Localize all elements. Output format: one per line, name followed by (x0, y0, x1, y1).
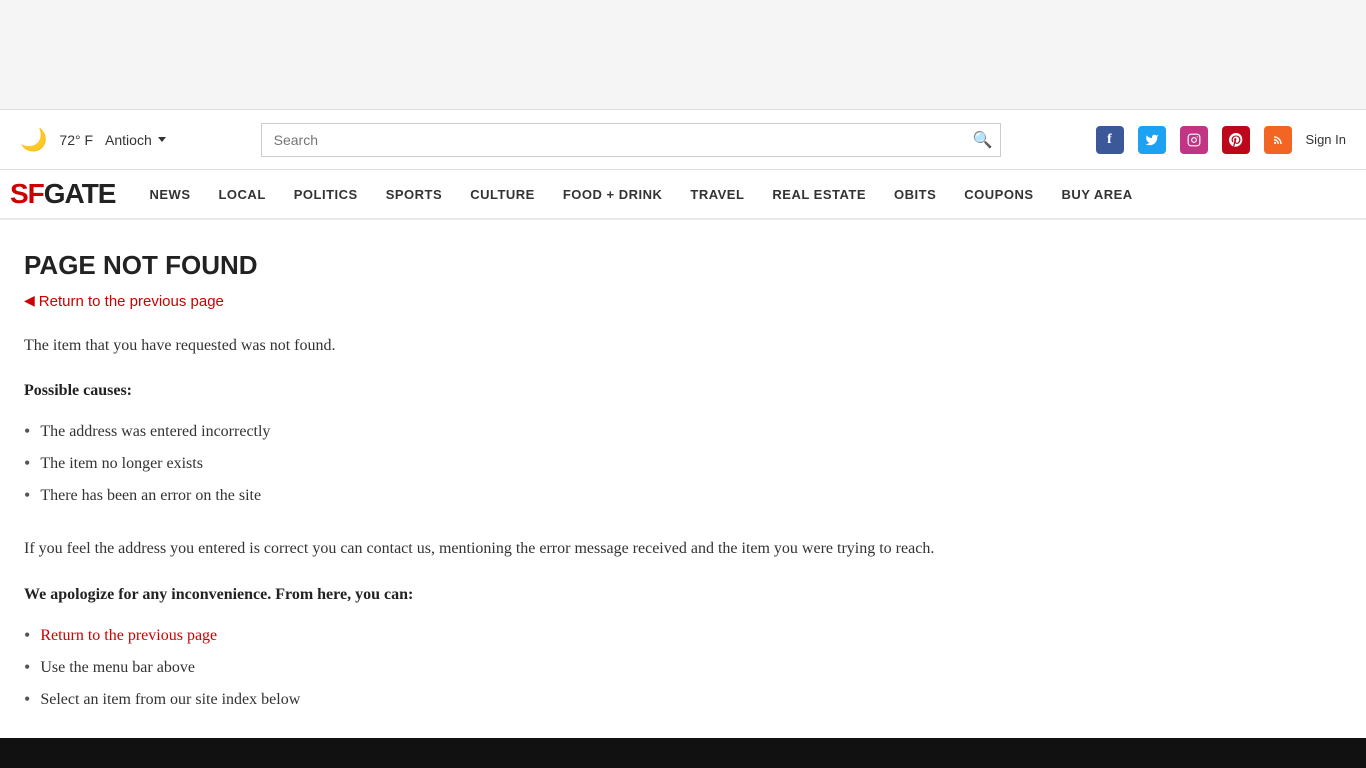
return-to-previous-link-bottom[interactable]: Return to the previous page (40, 624, 217, 648)
return-link-top: ◀ Return to the previous page (24, 293, 936, 310)
weather-temp: 72° F (59, 132, 93, 148)
search-input[interactable] (261, 123, 1001, 157)
ad-banner (0, 0, 1366, 110)
weather-icon: 🌙 (20, 127, 47, 153)
search-bar: 🔍 (261, 123, 1001, 157)
possible-causes-title: Possible causes: (24, 382, 936, 400)
rss-icon[interactable] (1264, 126, 1292, 154)
header-right: f Sign In (1096, 126, 1346, 154)
twitter-icon[interactable] (1138, 126, 1166, 154)
nav-item-food-drink[interactable]: FOOD + DRINK (549, 170, 677, 218)
nav-item-coupons[interactable]: COUPONS (950, 170, 1047, 218)
return-to-previous-link-top[interactable]: Return to the previous page (39, 293, 224, 310)
nav-item-travel[interactable]: TRAVEL (676, 170, 758, 218)
cause-item-3: There has been an error on the site (24, 480, 936, 512)
nav-bar: SFGATE NEWS LOCAL POLITICS SPORTS CULTUR… (0, 170, 1366, 220)
contact-text: If you feel the address you entered is c… (24, 536, 936, 562)
causes-list: The address was entered incorrectly The … (24, 416, 936, 512)
options-list: Return to the previous page Use the menu… (24, 620, 936, 716)
nav-item-real-estate[interactable]: REAL ESTATE (758, 170, 880, 218)
cause-item-1: The address was entered incorrectly (24, 416, 936, 448)
nav-item-news[interactable]: NEWS (135, 170, 204, 218)
facebook-icon[interactable]: f (1096, 126, 1124, 154)
option-item-2: Use the menu bar above (24, 652, 936, 684)
cause-item-2: The item no longer exists (24, 448, 936, 480)
nav-item-sports[interactable]: SPORTS (372, 170, 456, 218)
option-item-1: Return to the previous page (24, 620, 936, 652)
apology-title: We apologize for any inconvenience. From… (24, 586, 936, 604)
header-bar: 🌙 72° F Antioch 🔍 f Sign In (0, 110, 1366, 170)
option-item-3: Select an item from our site index below (24, 684, 936, 716)
nav-item-culture[interactable]: CULTURE (456, 170, 549, 218)
sign-in-button[interactable]: Sign In (1306, 132, 1346, 148)
logo-gate: GATE (44, 178, 116, 209)
search-icon: 🔍 (973, 132, 993, 149)
nav-item-local[interactable]: LOCAL (204, 170, 279, 218)
nav-item-obits[interactable]: OBITS (880, 170, 950, 218)
nav-item-buy-area[interactable]: BUY AREA (1048, 170, 1147, 218)
page-title: PAGE NOT FOUND (24, 250, 936, 281)
logo-sf: SF (10, 178, 44, 209)
not-found-description: The item that you have requested was not… (24, 334, 936, 358)
footer-bar (0, 738, 1366, 768)
header-left: 🌙 72° F Antioch (20, 127, 166, 153)
pinterest-icon[interactable] (1222, 126, 1250, 154)
site-logo[interactable]: SFGATE (10, 178, 115, 210)
weather-location[interactable]: Antioch (105, 132, 166, 148)
nav-items: NEWS LOCAL POLITICS SPORTS CULTURE FOOD … (135, 170, 1146, 218)
back-arrow-icon: ◀ (24, 293, 35, 310)
search-button[interactable]: 🔍 (973, 130, 993, 150)
location-chevron-icon (158, 137, 166, 142)
nav-item-politics[interactable]: POLITICS (280, 170, 372, 218)
main-content: PAGE NOT FOUND ◀ Return to the previous … (0, 220, 960, 746)
instagram-icon[interactable] (1180, 126, 1208, 154)
